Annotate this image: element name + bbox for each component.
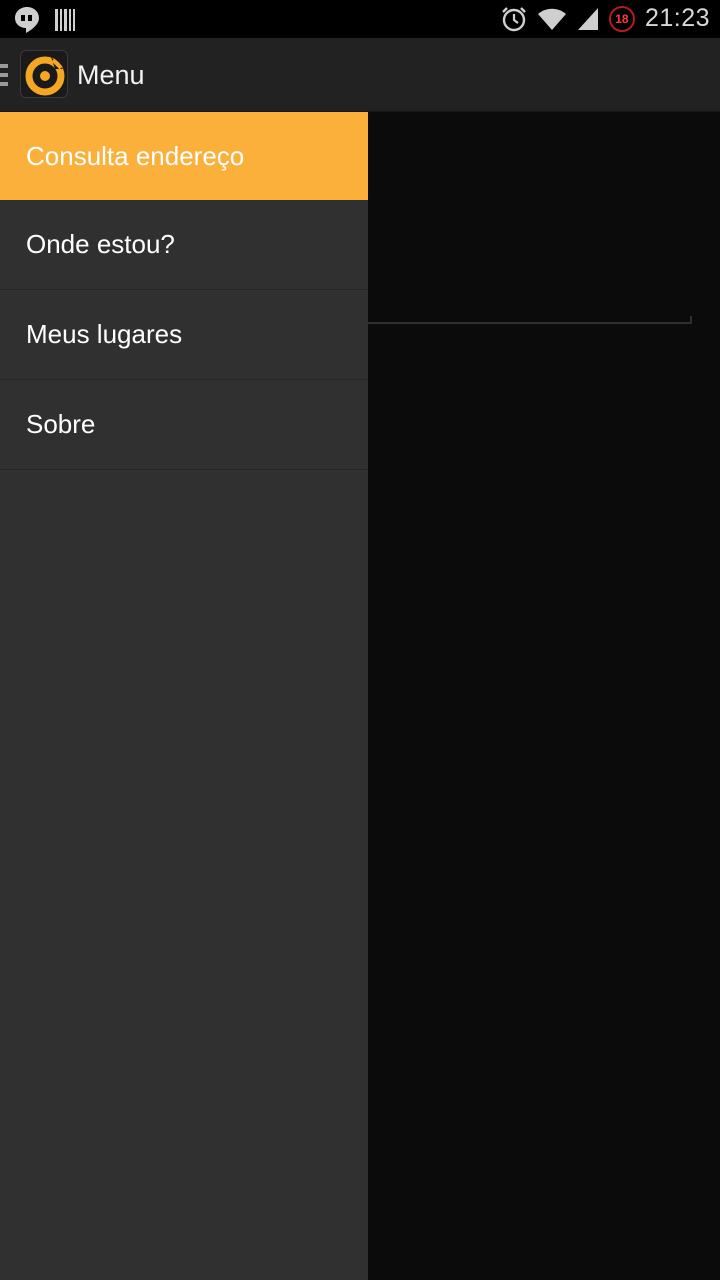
action-bar: Menu: [0, 38, 720, 112]
navigation-drawer: Consulta endereço Onde estou? Meus lugar…: [0, 112, 368, 1280]
drawer-item-label: Meus lugares: [26, 319, 183, 349]
main-content: [368, 112, 720, 1280]
drawer-item-sobre[interactable]: Sobre: [0, 380, 368, 470]
drawer-item-label: Onde estou?: [26, 229, 175, 259]
wifi-icon: [537, 8, 566, 30]
drawer-item-consulta-endereco[interactable]: Consulta endereço: [0, 112, 368, 200]
app-logo-icon[interactable]: [20, 50, 68, 98]
drawer-item-meus-lugares[interactable]: Meus lugares: [0, 290, 368, 380]
target-logo-icon: [25, 56, 65, 96]
drawer-item-onde-estou[interactable]: Onde estou?: [0, 200, 368, 290]
drawer-toggle-icon[interactable]: [0, 64, 8, 86]
status-right-icons: 18 21:23: [501, 4, 710, 33]
barcode-icon: [55, 9, 75, 31]
status-clock: 21:23: [644, 4, 710, 32]
hangouts-icon: [15, 7, 39, 33]
signal-icon: [577, 7, 598, 30]
alarm-icon: [502, 6, 526, 31]
input-underline-corner: [690, 316, 692, 324]
drawer-item-label: Consulta endereço: [26, 140, 245, 171]
action-bar-title: Menu: [77, 60, 145, 90]
input-underline[interactable]: [368, 322, 692, 324]
status-left-icons: [14, 6, 76, 34]
status-bar: 18 21:23: [0, 0, 720, 38]
app-screen: 18 21:23 Menu Consulta endereço Onde est…: [0, 0, 720, 1280]
drawer-item-label: Sobre: [26, 409, 96, 439]
notification-badge-count: 18: [615, 11, 629, 26]
notification-badge: 18: [608, 5, 635, 32]
